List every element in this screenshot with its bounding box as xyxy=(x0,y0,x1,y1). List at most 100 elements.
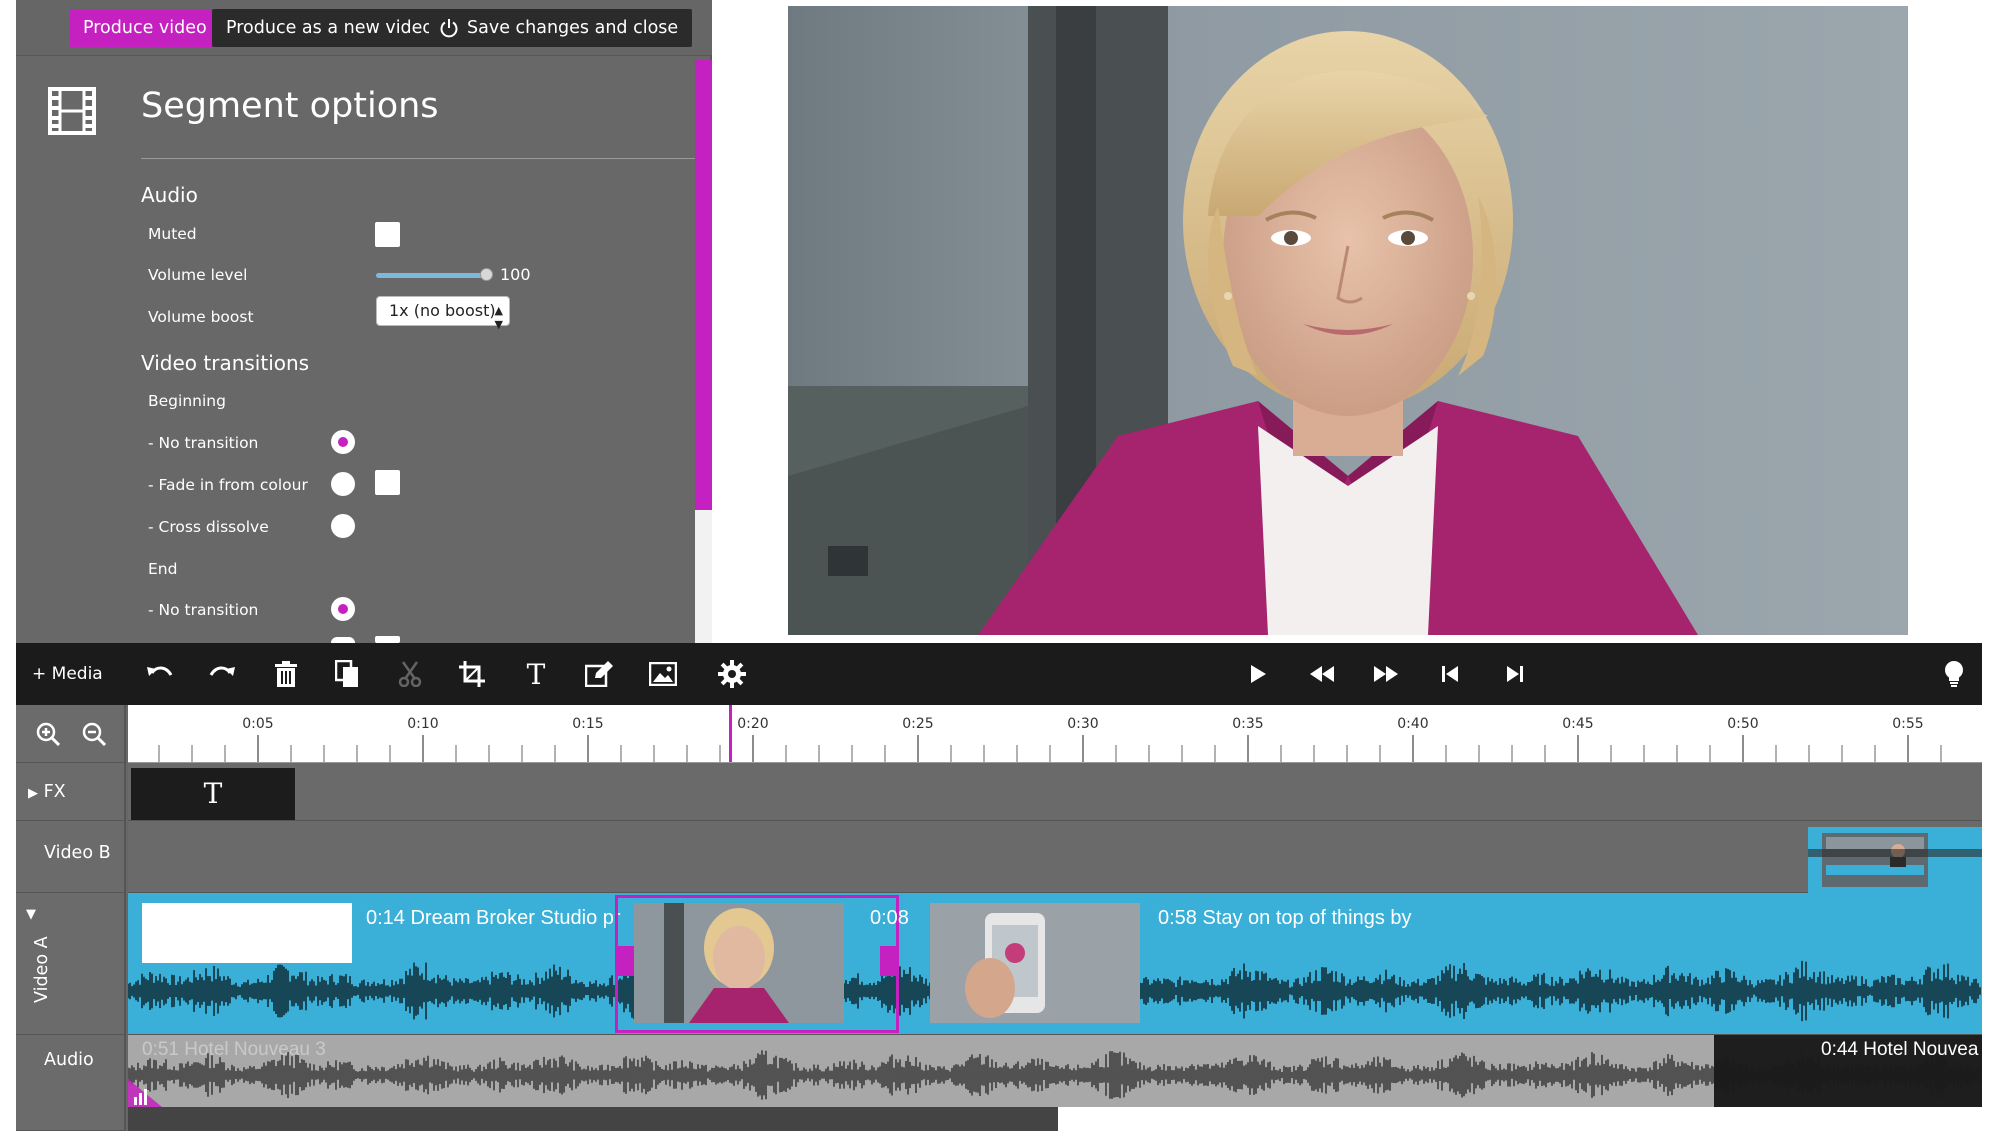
clip3-thumbnail xyxy=(930,903,1140,1023)
expand-triangle-icon[interactable]: ▶ xyxy=(28,786,38,801)
fast-forward-button[interactable] xyxy=(1366,643,1406,705)
image-icon xyxy=(649,662,677,686)
redo-button[interactable] xyxy=(202,643,242,705)
scissors-icon xyxy=(398,661,422,687)
segment-options-title: Segment options xyxy=(141,86,439,126)
play-button[interactable] xyxy=(1238,643,1278,705)
begin-fade-label: - Fade in from colour xyxy=(148,476,308,494)
begin-no-transition-label: - No transition xyxy=(148,434,259,452)
video-editor: Produce video Produce as a new video Sav… xyxy=(0,0,2000,1146)
time-ruler[interactable]: 0:05 0:10 0:15 0:20 0:25 0:30 0:35 0:40 0:45 0:50… xyxy=(128,705,1982,763)
delete-button[interactable] xyxy=(266,643,306,705)
ruler-tick-label: 0:35 xyxy=(1232,716,1264,732)
cut-button[interactable] xyxy=(390,643,430,705)
video-preview[interactable] xyxy=(788,6,1908,635)
audio-clip2-title: 0:44 Hotel Nouvea xyxy=(1821,1039,1979,1060)
edit-button[interactable] xyxy=(579,643,619,705)
audio-track-name: Audio xyxy=(44,1050,94,1070)
segment-options-panel: Produce video Produce as a new video Sav… xyxy=(16,0,712,643)
timeline-scrollbar[interactable] xyxy=(128,1107,1982,1131)
fx-track-name: FX xyxy=(43,782,66,802)
selected-clip[interactable] xyxy=(615,895,899,1033)
volume-boost-select[interactable]: 1x (no boost) ▲ ▼ xyxy=(376,296,510,331)
title-fx-clip[interactable]: T xyxy=(131,768,295,820)
zoom-in-icon[interactable] xyxy=(36,722,60,746)
video-b-track xyxy=(128,821,1982,893)
video-b-track-name: Video B xyxy=(44,843,111,863)
playhead[interactable] xyxy=(729,705,732,762)
begin-cross-dissolve-label: - Cross dissolve xyxy=(148,518,269,536)
trash-icon xyxy=(275,661,297,687)
clip-trim-end-handle[interactable] xyxy=(880,946,896,976)
video-a-track-name: Video A xyxy=(32,936,52,1003)
timeline-scrollbar-thumb[interactable] xyxy=(128,1107,1058,1131)
video-a-track: 0:14 Dream Broker Studio pr 0:08 0:58 St… xyxy=(128,893,1982,1035)
video-b-clip[interactable] xyxy=(1808,827,1982,893)
skip-to-end-button[interactable] xyxy=(1495,643,1535,705)
fade-colour-swatch[interactable] xyxy=(375,470,400,495)
fx-track: T xyxy=(128,763,1982,821)
volume-slider-thumb[interactable] xyxy=(480,268,493,281)
crop-button[interactable] xyxy=(452,643,492,705)
gear-icon xyxy=(718,660,746,688)
redo-icon xyxy=(209,666,235,676)
produce-video-button[interactable]: Produce video xyxy=(69,9,221,47)
end-colour-swatch[interactable] xyxy=(375,636,400,643)
rewind-button[interactable] xyxy=(1302,643,1342,705)
video-b-track-label: Video B xyxy=(16,821,126,893)
audio-clip1-title: 0:51 Hotel Nouveau 3 xyxy=(142,1039,326,1060)
skip-to-start-button[interactable] xyxy=(1430,643,1470,705)
audio-volume-icon[interactable] xyxy=(128,1079,162,1107)
volume-slider[interactable] xyxy=(376,268,493,282)
zoom-controls xyxy=(16,705,126,763)
video-frame-image xyxy=(788,6,1908,635)
text-tool-button[interactable]: T xyxy=(516,643,556,705)
tips-button[interactable] xyxy=(1934,643,1974,705)
clip1-title: 0:14 Dream Broker Studio pr xyxy=(366,907,621,929)
crop-icon xyxy=(459,661,485,687)
track-labels-column: ▶ FX Video B ▼ Video A Audio xyxy=(16,705,126,1131)
skip-back-icon xyxy=(1442,666,1458,682)
fx-track-label[interactable]: ▶ FX xyxy=(16,763,126,821)
volume-boost-label: Volume boost xyxy=(148,308,254,326)
produce-new-video-button[interactable]: Produce as a new video xyxy=(212,9,448,47)
end-label: End xyxy=(148,560,178,578)
copy-button[interactable] xyxy=(327,643,367,705)
ruler-tick-label: 0:45 xyxy=(1562,716,1594,732)
audio-track-label: Audio xyxy=(16,1035,126,1131)
panel-scrollbar[interactable] xyxy=(695,60,712,643)
audio-heading: Audio xyxy=(141,183,198,207)
clip2-duration: 0:08 xyxy=(870,907,909,929)
zoom-out-icon[interactable] xyxy=(82,722,106,746)
end-no-transition-radio[interactable] xyxy=(331,597,355,621)
video-transitions-heading: Video transitions xyxy=(141,351,310,375)
editor-toolbar: + Media T xyxy=(16,643,1982,705)
settings-button[interactable] xyxy=(712,643,752,705)
begin-no-transition-radio[interactable] xyxy=(331,430,355,454)
video-b-thumbnail xyxy=(1808,833,1982,887)
volume-slider-track xyxy=(376,273,491,278)
volume-level-label: Volume level xyxy=(148,266,248,284)
ruler-tick-label: 0:20 xyxy=(737,716,769,732)
audio-waveform xyxy=(128,1035,1982,1107)
muted-label: Muted xyxy=(148,225,197,243)
panel-scrollbar-thumb[interactable] xyxy=(695,60,712,510)
beginning-label: Beginning xyxy=(148,392,226,410)
title-divider xyxy=(141,158,696,159)
lightbulb-icon xyxy=(1945,661,1963,687)
image-button[interactable] xyxy=(643,643,683,705)
begin-fade-radio[interactable] xyxy=(331,472,355,496)
begin-cross-dissolve-radio[interactable] xyxy=(331,514,355,538)
clip-trim-start-handle[interactable] xyxy=(618,946,634,976)
collapse-triangle-icon[interactable]: ▼ xyxy=(26,907,36,922)
save-and-close-button[interactable]: Save changes and close xyxy=(429,9,693,47)
end-no-transition-label: - No transition xyxy=(148,601,259,619)
muted-checkbox[interactable] xyxy=(375,222,400,247)
add-media-button[interactable]: + Media xyxy=(32,643,103,705)
power-icon xyxy=(440,19,458,38)
undo-button[interactable] xyxy=(140,643,180,705)
undo-icon xyxy=(147,666,173,676)
video-a-track-label[interactable]: ▼ Video A xyxy=(16,893,126,1035)
film-strip-icon xyxy=(48,87,96,135)
ruler-tick-label: 0:50 xyxy=(1727,716,1759,732)
